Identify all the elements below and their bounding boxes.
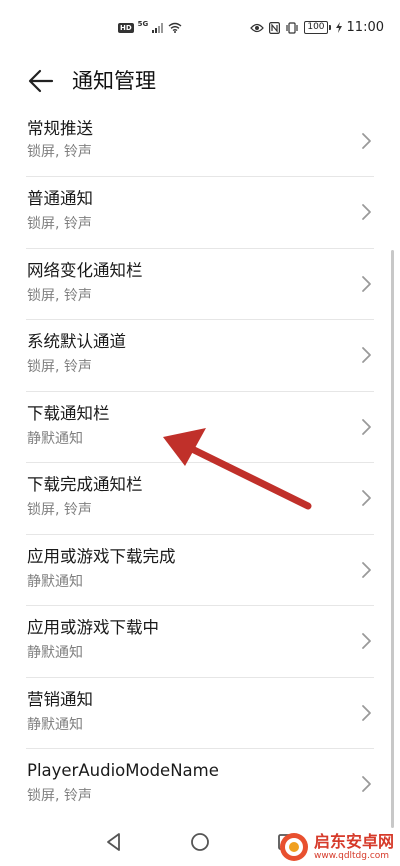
channel-item[interactable]: 普通通知 锁屏, 铃声 bbox=[26, 177, 374, 249]
channel-item[interactable]: 下载通知栏 静默通知 bbox=[26, 392, 374, 463]
channel-subtitle: 锁屏, 铃声 bbox=[27, 502, 92, 518]
chevron-right-icon bbox=[362, 204, 371, 220]
chevron-right-icon bbox=[362, 776, 371, 792]
app-bar: 通知管理 bbox=[0, 56, 400, 106]
back-arrow-icon bbox=[28, 69, 54, 93]
watermark-text: 启东安卓网 www.qdltdg.com bbox=[313, 831, 394, 862]
channel-subtitle: 锁屏, 铃声 bbox=[27, 788, 92, 804]
battery-tip bbox=[328, 25, 331, 30]
nav-home-icon[interactable] bbox=[190, 832, 210, 852]
channel-subtitle: 静默通知 bbox=[27, 430, 83, 447]
channel-item[interactable]: 下载完成通知栏 锁屏, 铃声 bbox=[26, 463, 374, 535]
channel-title: PlayerAudioModeName bbox=[27, 761, 219, 780]
chevron-right-icon bbox=[362, 133, 371, 149]
status-bar-left: HD 5G bbox=[118, 20, 182, 33]
hd-tag: HD bbox=[118, 22, 134, 33]
status-bar-right: 100 11:00 bbox=[250, 20, 384, 35]
channel-item[interactable]: 应用或游戏下载完成 静默通知 bbox=[26, 535, 374, 606]
channel-title: 常规推送 bbox=[27, 119, 93, 138]
watermark-name: 启东安卓网 bbox=[313, 831, 394, 851]
chevron-right-icon bbox=[362, 275, 371, 292]
nav-back-icon[interactable] bbox=[104, 832, 124, 852]
channel-subtitle: 锁屏, 铃声 bbox=[27, 216, 92, 232]
chevron-right-icon bbox=[362, 490, 371, 506]
nfc-icon bbox=[269, 21, 281, 34]
channel-item[interactable]: 营销通知 静默通知 bbox=[26, 678, 374, 749]
network-tag: 5G bbox=[137, 20, 149, 28]
channel-title: 应用或游戏下载中 bbox=[27, 618, 159, 637]
channel-item[interactable]: 应用或游戏下载中 静默通知 bbox=[26, 606, 374, 678]
notification-channel-list: 常规推送 锁屏, 铃声 普通通知 锁屏, 铃声 网络变化通知栏 锁屏, 铃声 系… bbox=[0, 106, 400, 821]
channel-subtitle: 静默通知 bbox=[27, 645, 83, 661]
chevron-right-icon bbox=[362, 347, 371, 363]
notification-management-screen: HD 5G 100 11:00 通知管理 常规推送 锁屏, 铃声 普通通知 锁屏… bbox=[0, 0, 400, 866]
channel-item[interactable]: 网络变化通知栏 锁屏, 铃声 bbox=[26, 249, 374, 320]
channel-title: 网络变化通知栏 bbox=[27, 260, 143, 280]
cellular-signal-icon bbox=[152, 22, 164, 33]
status-bar: HD 5G 100 11:00 bbox=[0, 0, 400, 50]
channel-title: 下载完成通知栏 bbox=[27, 475, 143, 494]
clock: 11:00 bbox=[346, 20, 384, 35]
wifi-icon bbox=[168, 22, 182, 33]
charging-icon bbox=[335, 22, 342, 33]
watermark-url: www.qdltdg.com bbox=[313, 850, 390, 861]
eye-icon bbox=[250, 23, 265, 32]
scrollbar[interactable] bbox=[391, 250, 394, 828]
chevron-right-icon bbox=[362, 704, 371, 721]
page-title: 通知管理 bbox=[72, 69, 156, 93]
channel-title: 应用或游戏下载完成 bbox=[27, 546, 176, 566]
chevron-right-icon bbox=[362, 418, 371, 435]
channel-subtitle: 静默通知 bbox=[27, 716, 83, 733]
channel-item[interactable]: 系统默认通道 锁屏, 铃声 bbox=[26, 320, 374, 392]
channel-item[interactable]: PlayerAudioModeName 锁屏, 铃声 bbox=[26, 749, 374, 821]
channel-title: 营销通知 bbox=[27, 689, 93, 709]
channel-title: 下载通知栏 bbox=[27, 403, 110, 423]
back-button[interactable] bbox=[26, 66, 56, 96]
vibrate-icon bbox=[286, 21, 298, 34]
watermark-logo-icon bbox=[279, 833, 308, 861]
chevron-right-icon bbox=[362, 633, 371, 649]
chevron-right-icon bbox=[362, 561, 371, 578]
channel-title: 系统默认通道 bbox=[27, 332, 126, 351]
channel-subtitle: 锁屏, 铃声 bbox=[27, 144, 92, 160]
channel-item[interactable]: 常规推送 锁屏, 铃声 bbox=[26, 106, 374, 177]
channel-subtitle: 锁屏, 铃声 bbox=[27, 359, 92, 375]
channel-subtitle: 静默通知 bbox=[27, 573, 83, 590]
channel-subtitle: 锁屏, 铃声 bbox=[27, 287, 92, 304]
battery-level: 100 bbox=[304, 21, 328, 34]
channel-title: 普通通知 bbox=[27, 189, 93, 208]
battery-indicator: 100 bbox=[304, 21, 331, 34]
watermark: 启东安卓网 www.qdltdg.com bbox=[279, 832, 394, 862]
